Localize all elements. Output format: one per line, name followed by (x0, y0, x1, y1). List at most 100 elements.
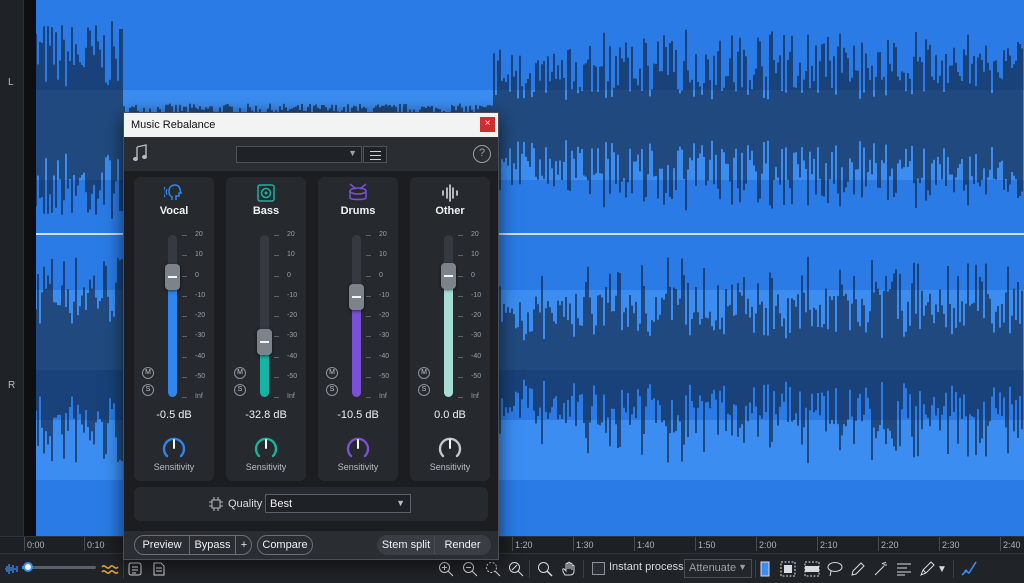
stem-panel: Vocal 20 10 0 -10 -20 -30 -40 -50 Inf M S -0.5 d… (124, 171, 498, 531)
frequency-selection-icon[interactable] (803, 559, 821, 579)
scale-label: 0 (287, 271, 291, 279)
gain-fader-handle[interactable] (349, 283, 364, 310)
mute-button[interactable]: M (142, 367, 154, 379)
zoom-slider-knob[interactable] (23, 562, 33, 572)
chevron-down-icon: ▼ (396, 498, 405, 508)
stem-name: Drums (340, 205, 376, 217)
help-button[interactable]: ? (473, 145, 491, 163)
preview-button[interactable]: Preview (135, 536, 189, 554)
list-view-icon[interactable] (127, 559, 143, 579)
pencil-icon[interactable] (918, 559, 936, 579)
right-channel-label: R (8, 380, 16, 391)
bypass-button[interactable]: Bypass (190, 536, 235, 554)
sensitivity-knob[interactable] (160, 434, 188, 462)
gain-fader-handle[interactable] (441, 262, 456, 289)
scale-label: -10 (287, 291, 298, 299)
chevron-down-icon[interactable]: ▼ (936, 559, 948, 579)
sensitivity-knob[interactable] (252, 434, 280, 462)
gain-fader-track[interactable] (168, 235, 177, 397)
sensitivity-label: Sensitivity (153, 462, 195, 472)
scale-label: -20 (287, 312, 298, 319)
timeline-tick: 2:00 (756, 537, 777, 551)
scale-tick (366, 255, 371, 257)
scale-tick (458, 275, 463, 277)
add-button[interactable]: + (236, 536, 252, 554)
zoom-tool-icon[interactable] (536, 559, 554, 579)
dialog-title: Music Rebalance (131, 119, 216, 131)
stem-split-button[interactable]: Stem split (378, 536, 434, 554)
zoom-fit-icon[interactable] (507, 559, 525, 579)
scale-tick (366, 316, 371, 317)
playhead-cursor[interactable] (24, 0, 36, 536)
render-button[interactable]: Render (435, 536, 490, 554)
timeline-tick: 2:30 (939, 537, 960, 551)
time-selection-icon[interactable] (758, 559, 772, 579)
lasso-icon[interactable] (826, 559, 844, 579)
hand-tool-icon[interactable] (560, 559, 578, 579)
scale-label: 10 (195, 251, 203, 259)
quality-select[interactable]: Best ▼ (265, 494, 411, 513)
scale-label: -50 (379, 372, 390, 380)
scale-tick (274, 376, 279, 378)
solo-button[interactable]: S (234, 384, 246, 396)
brush-icon[interactable] (849, 559, 867, 579)
solo-button[interactable]: S (326, 384, 338, 396)
automation-curve-icon[interactable] (960, 559, 978, 579)
gain-fader-track[interactable] (444, 235, 453, 397)
solo-button[interactable]: S (418, 384, 430, 396)
scale-tick (458, 376, 463, 378)
mute-button[interactable]: M (234, 367, 246, 379)
scale-tick (458, 295, 463, 297)
sensitivity-knob[interactable] (344, 434, 372, 462)
stem-strip-vocal: Vocal 20 10 0 -10 -20 -30 -40 -50 Inf M S -0.5 d… (134, 177, 214, 481)
scale-label: -10 (379, 291, 390, 299)
scale-tick (458, 316, 463, 317)
process-mode-select[interactable]: Attenuate ▼ (684, 559, 752, 578)
left-channel-label: L (8, 77, 14, 88)
zoom-in-icon[interactable] (437, 559, 455, 579)
harmonic-selection-icon[interactable] (895, 559, 913, 579)
scale-label: -20 (195, 312, 206, 319)
gain-fader-track[interactable] (260, 235, 269, 397)
preset-menu-button[interactable] (363, 146, 387, 163)
mute-button[interactable]: M (326, 367, 338, 379)
preset-select[interactable]: ▼ (236, 146, 362, 163)
instant-process-checkbox[interactable] (592, 562, 605, 575)
spectrogram-toggle-icon[interactable] (100, 559, 120, 579)
scale-tick (182, 376, 187, 378)
scale-tick (274, 255, 279, 257)
scale-label: -40 (287, 352, 298, 360)
dialog-titlebar[interactable]: Music Rebalance × (124, 113, 498, 137)
sensitivity-knob[interactable] (436, 434, 464, 462)
chevron-down-icon: ▼ (738, 562, 747, 572)
zoom-out-icon[interactable] (461, 559, 479, 579)
scale-tick (458, 336, 463, 338)
gain-value: 0.0 dB (434, 409, 466, 421)
zoom-slider[interactable] (22, 562, 96, 572)
time-frequency-selection-icon[interactable] (779, 559, 797, 579)
sensitivity-label: Sensitivity (429, 462, 471, 472)
gain-fader-handle[interactable] (165, 263, 180, 290)
close-button[interactable]: × (480, 117, 495, 132)
zoom-selection-icon[interactable] (484, 559, 502, 579)
scale-label: -20 (379, 312, 390, 319)
amplitude-waveform-icon[interactable] (3, 559, 19, 579)
scale-label: -30 (287, 332, 298, 340)
magic-wand-icon[interactable] (872, 559, 890, 579)
gain-fader-handle[interactable] (257, 328, 272, 355)
stem-strip-other: Other 20 10 0 -10 -20 -30 -40 -50 Inf M S 0.0 dB… (410, 177, 490, 481)
scale-label: 10 (287, 251, 295, 259)
scale-tick (458, 235, 463, 236)
gain-fader-track[interactable] (352, 235, 361, 397)
mute-button[interactable]: M (418, 367, 430, 379)
toolbar-separator (529, 560, 530, 578)
quality-value: Best (270, 498, 293, 510)
quality-row: Quality Best ▼ (134, 487, 488, 521)
scale-label: 0 (471, 271, 475, 279)
compare-button[interactable]: Compare (257, 535, 313, 555)
music-rebalance-dialog: Music Rebalance × ▼ ? Vocal 20 10 0 -10 … (123, 112, 499, 560)
solo-button[interactable]: S (142, 384, 154, 396)
document-icon[interactable] (151, 559, 167, 579)
stem-strip-bass: Bass 20 10 0 -10 -20 -30 -40 -50 Inf M S -32.8 d… (226, 177, 306, 481)
scale-tick (458, 356, 463, 358)
